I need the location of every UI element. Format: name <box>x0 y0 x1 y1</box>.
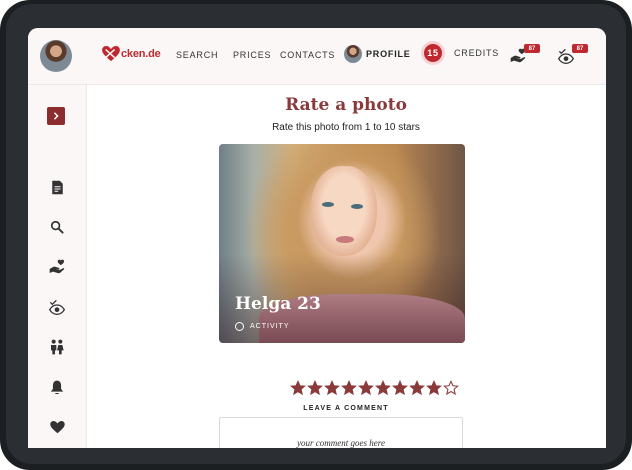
heart-logo-icon <box>102 46 120 62</box>
sidebar-item-views[interactable] <box>47 297 67 317</box>
comment-input[interactable] <box>219 417 463 448</box>
star-filled-icon[interactable] <box>307 380 323 396</box>
views-button[interactable]: 87 <box>558 44 588 68</box>
star-filled-icon[interactable] <box>375 380 391 396</box>
brand-name: cken.de <box>121 48 161 60</box>
activity-ring-icon <box>235 322 244 331</box>
credits-count: 15 <box>424 44 442 62</box>
profile-avatar <box>344 45 362 63</box>
star-filled-icon[interactable] <box>358 380 374 396</box>
tablet-frame: cken.de SEARCH PRICES CONTACTS PROFILE 1… <box>0 0 632 470</box>
chevron-right-icon <box>53 112 59 120</box>
star-filled-icon[interactable] <box>392 380 408 396</box>
nav-profile[interactable]: PROFILE <box>344 45 411 63</box>
star-rating <box>290 380 460 396</box>
sidebar-item-likes[interactable] <box>47 257 67 277</box>
views-badge: 87 <box>572 44 588 53</box>
likes-button[interactable]: 87 <box>510 44 540 68</box>
likes-badge: 87 <box>524 44 540 53</box>
user-avatar[interactable] <box>40 40 72 72</box>
star-filled-icon[interactable] <box>290 380 306 396</box>
star-filled-icon[interactable] <box>324 380 340 396</box>
sidebar-item-search[interactable] <box>47 217 67 237</box>
page-title: Rate a photo <box>285 95 407 115</box>
sidebar-item-documents[interactable] <box>47 177 67 197</box>
activity-label: ACTIVITY <box>250 323 290 330</box>
main-content: Rate a photo Rate this photo from 1 to 1… <box>86 85 606 448</box>
bell-icon <box>50 380 64 394</box>
nav-prices[interactable]: PRICES <box>233 50 271 60</box>
nav-contacts[interactable]: CONTACTS <box>280 50 335 60</box>
hand-heart-icon <box>49 259 65 274</box>
comment-label: LEAVE A COMMENT <box>303 405 389 412</box>
brand-logo[interactable]: cken.de <box>102 46 161 62</box>
activity-status: ACTIVITY <box>235 322 290 331</box>
sidebar <box>28 85 87 448</box>
nav-profile-label: PROFILE <box>366 49 411 59</box>
star-filled-icon[interactable] <box>426 380 442 396</box>
star-filled-icon[interactable] <box>341 380 357 396</box>
sidebar-item-couples[interactable] <box>47 337 67 357</box>
credits-widget[interactable]: 15 CREDITS <box>424 44 499 62</box>
heart-icon <box>49 420 65 433</box>
sidebar-item-notifications[interactable] <box>47 377 67 397</box>
credits-label: CREDITS <box>454 48 500 58</box>
sidebar-item-favorites[interactable] <box>47 417 67 437</box>
document-icon <box>51 180 63 194</box>
search-icon <box>50 220 64 234</box>
photo-name-age: Helga 23 <box>235 294 321 314</box>
eye-check-icon <box>49 299 65 315</box>
sidebar-toggle-button[interactable] <box>47 107 65 125</box>
couple-icon <box>51 339 64 355</box>
profile-photo[interactable]: Helga 23 ACTIVITY <box>219 144 465 343</box>
star-empty-icon[interactable] <box>443 380 459 396</box>
screen: cken.de SEARCH PRICES CONTACTS PROFILE 1… <box>28 28 606 448</box>
star-filled-icon[interactable] <box>409 380 425 396</box>
top-navigation-bar: cken.de SEARCH PRICES CONTACTS PROFILE 1… <box>28 28 606 85</box>
nav-search[interactable]: SEARCH <box>176 50 218 60</box>
page-subtitle: Rate this photo from 1 to 10 stars <box>272 122 420 133</box>
